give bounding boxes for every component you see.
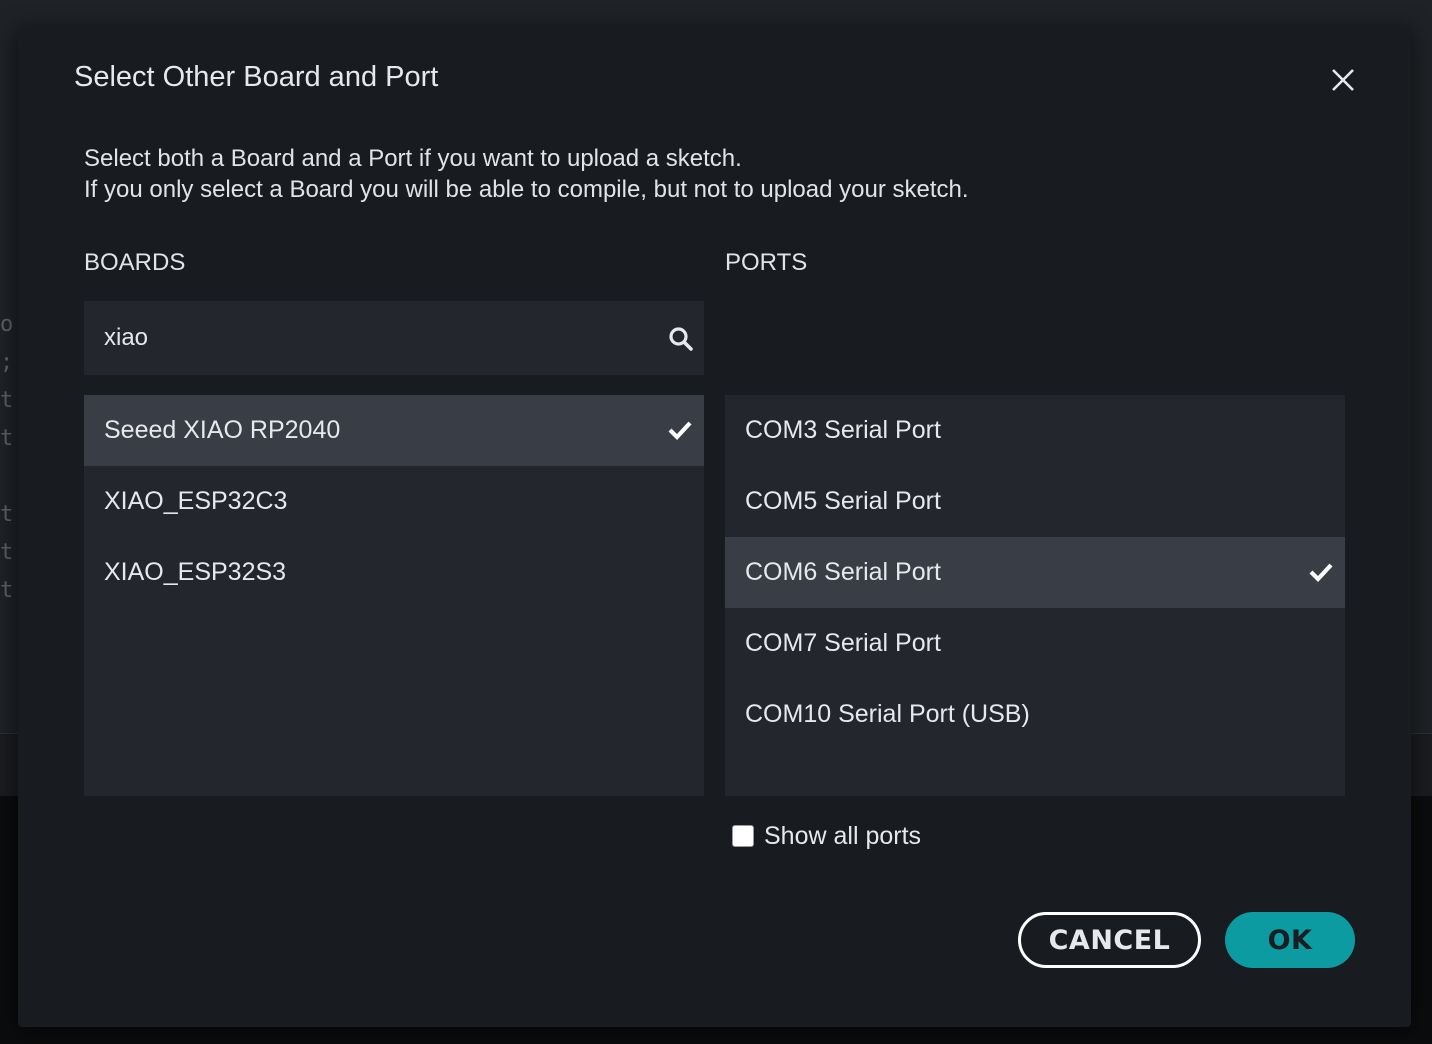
port-item-label: COM5 Serial Port: [745, 487, 941, 515]
port-item-label: COM10 Serial Port (USB): [745, 700, 1030, 728]
show-all-ports-checkbox[interactable]: [732, 825, 754, 847]
boards-list: Seeed XIAO RP2040 XIAO_ESP32C3 XIAO_ESP3…: [84, 395, 704, 796]
board-item-xiao-esp32c3[interactable]: XIAO_ESP32C3: [84, 466, 704, 537]
description-line-2: If you only select a Board you will be a…: [84, 176, 969, 203]
ok-button[interactable]: OK: [1225, 912, 1355, 968]
select-board-port-dialog: Select Other Board and Port Select both …: [18, 27, 1411, 1027]
dialog-description: Select both a Board and a Port if you wa…: [84, 143, 969, 205]
port-item-label: COM6 Serial Port: [745, 558, 941, 586]
port-item-label: COM7 Serial Port: [745, 629, 941, 657]
background-code-fragment: o ; t t t t t: [0, 312, 14, 603]
ports-list: COM3 Serial Port COM5 Serial Port COM6 S…: [725, 395, 1345, 796]
port-item-com6[interactable]: COM6 Serial Port: [725, 537, 1345, 608]
close-icon: [1332, 69, 1354, 91]
board-search: [84, 301, 704, 375]
dialog-title: Select Other Board and Port: [74, 61, 439, 93]
checkmark-icon: [1309, 563, 1333, 583]
boards-heading: BOARDS: [84, 249, 186, 276]
board-item-seeed-xiao-rp2040[interactable]: Seeed XIAO RP2040: [84, 395, 704, 466]
port-item-com5[interactable]: COM5 Serial Port: [725, 466, 1345, 537]
ports-heading: PORTS: [725, 249, 808, 276]
port-item-com3[interactable]: COM3 Serial Port: [725, 395, 1345, 466]
board-item-label: XIAO_ESP32C3: [104, 487, 288, 515]
description-line-1: Select both a Board and a Port if you wa…: [84, 145, 742, 172]
board-item-label: XIAO_ESP32S3: [104, 558, 287, 586]
checkmark-icon: [668, 421, 692, 441]
port-item-label: COM3 Serial Port: [745, 416, 941, 444]
port-item-com7[interactable]: COM7 Serial Port: [725, 608, 1345, 679]
board-item-label: Seeed XIAO RP2040: [104, 416, 341, 444]
cancel-button[interactable]: CANCEL: [1018, 912, 1201, 968]
show-all-ports-label: Show all ports: [764, 821, 922, 850]
board-search-input[interactable]: [84, 301, 644, 375]
board-item-xiao-esp32s3[interactable]: XIAO_ESP32S3: [84, 537, 704, 608]
show-all-ports-toggle[interactable]: Show all ports: [732, 821, 921, 851]
close-button[interactable]: [1326, 63, 1360, 97]
port-item-com10[interactable]: COM10 Serial Port (USB): [725, 679, 1345, 750]
search-icon: [669, 327, 693, 351]
